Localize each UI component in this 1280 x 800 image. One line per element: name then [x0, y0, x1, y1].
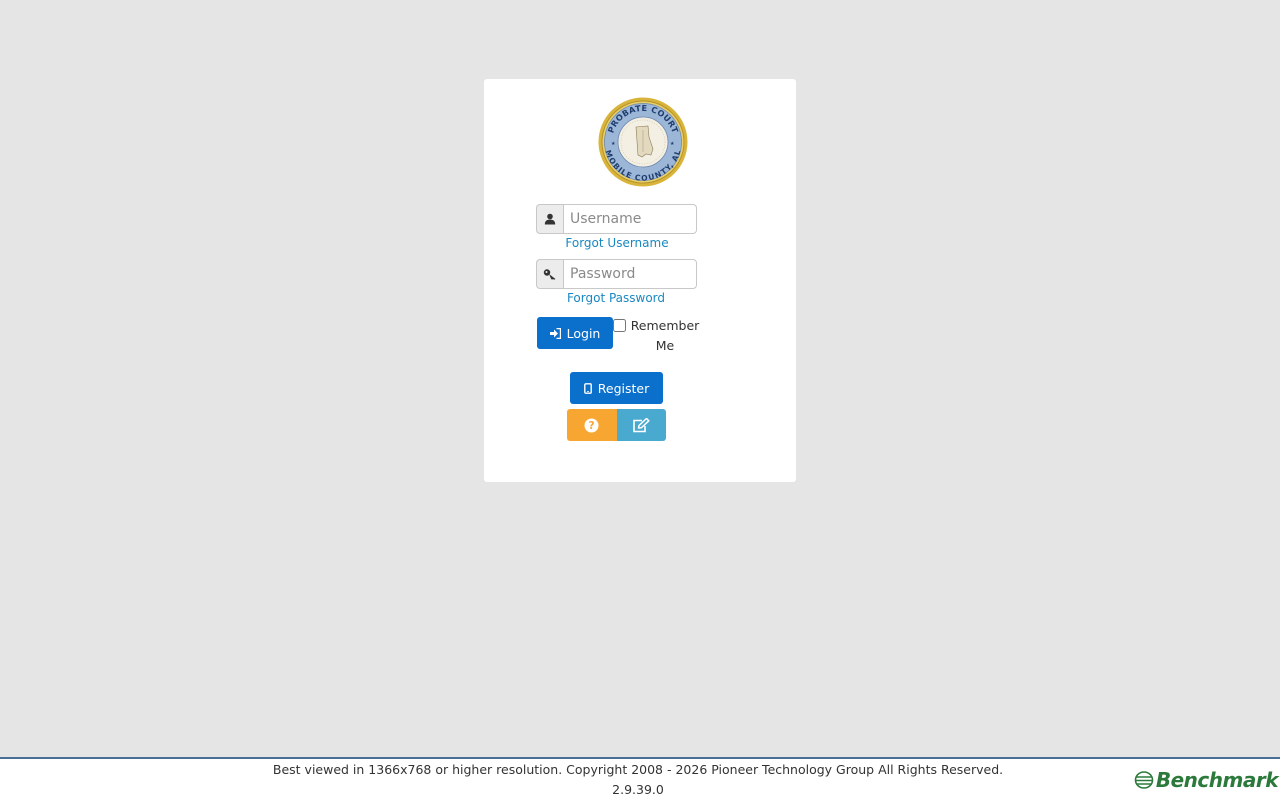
sign-in-icon: [549, 327, 561, 339]
login-button[interactable]: Login: [537, 317, 613, 349]
username-input[interactable]: [563, 204, 697, 234]
question-circle-icon: ?: [584, 418, 599, 432]
help-button[interactable]: ?: [567, 409, 617, 441]
register-label: Register: [597, 380, 650, 396]
help-edit-button-group: ?: [567, 409, 666, 441]
edit-icon: [633, 417, 650, 432]
svg-text:?: ?: [589, 420, 595, 432]
svg-text:★: ★: [670, 141, 675, 147]
remember-me-label[interactable]: Remember Me: [630, 316, 700, 356]
footer: Best viewed in 1366x768 or higher resolu…: [0, 757, 1280, 800]
login-card: PROBATE COURT MOBILE COUNTY, AL ★ ★ Forg…: [484, 79, 796, 482]
version-text: 2.9.39.0: [612, 782, 664, 797]
copyright-text: Best viewed in 1366x768 or higher resolu…: [272, 762, 1004, 777]
password-input[interactable]: [563, 259, 697, 289]
probate-court-seal-logo: PROBATE COURT MOBILE COUNTY, AL ★ ★: [598, 97, 688, 187]
benchmark-brand-text: Benchmark: [1155, 768, 1279, 792]
register-button[interactable]: Register: [570, 372, 663, 404]
mobile-icon: [583, 382, 592, 394]
user-icon: [536, 204, 563, 234]
svg-text:★: ★: [611, 141, 616, 147]
benchmark-globe-icon: [1134, 771, 1154, 789]
password-input-group: [536, 259, 697, 289]
remember-me: Remember Me: [613, 316, 701, 356]
edit-button[interactable]: [616, 409, 666, 441]
forgot-password-link[interactable]: Forgot Password: [476, 291, 756, 305]
forgot-username-link[interactable]: Forgot Username: [477, 236, 757, 250]
login-label: Login: [566, 325, 601, 341]
remember-me-checkbox[interactable]: [613, 319, 626, 332]
username-input-group: [536, 204, 697, 234]
benchmark-logo: Benchmark: [1134, 768, 1279, 792]
key-icon: [536, 259, 563, 289]
